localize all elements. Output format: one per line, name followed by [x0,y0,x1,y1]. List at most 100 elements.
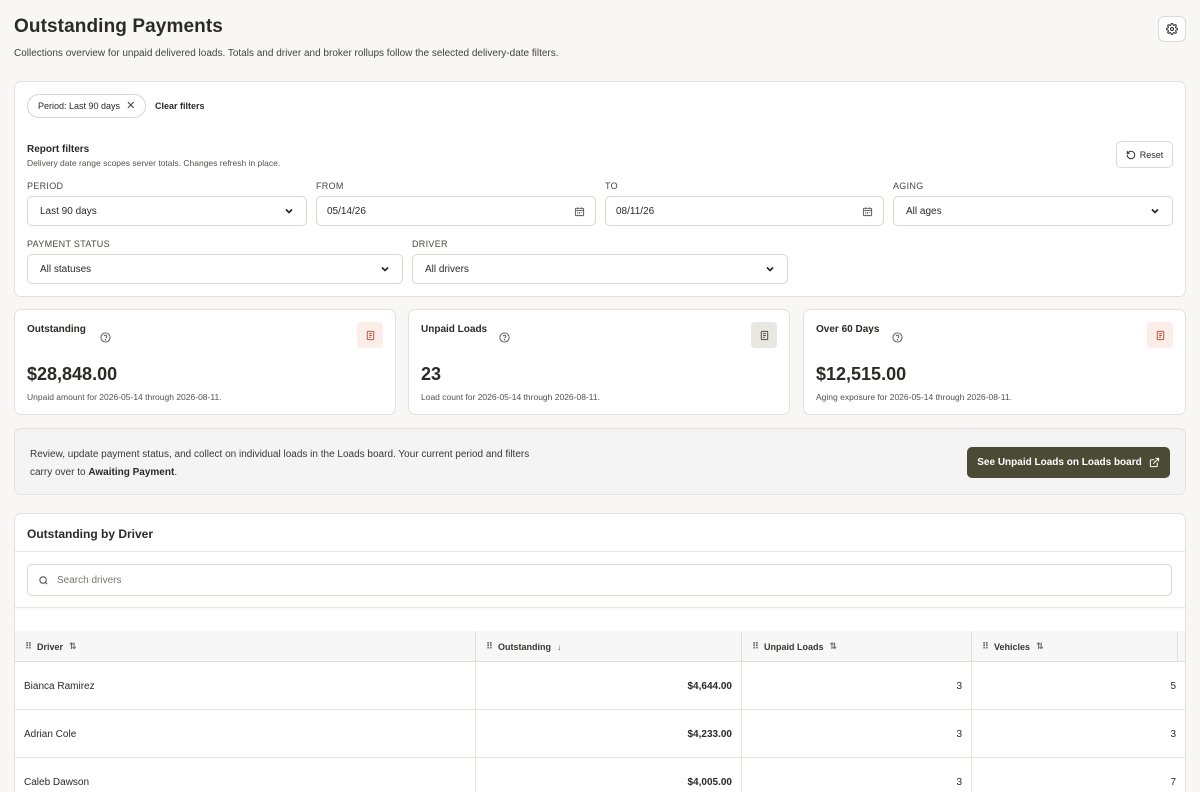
driver-name-cell: Caleb Dawson [15,758,476,792]
grip-icon[interactable]: ⠿ [752,641,759,652]
search-box[interactable] [27,564,1172,596]
driver-select[interactable]: All drivers [412,254,788,284]
table-row[interactable]: Caleb Dawson $4,005.00 3 7 [15,758,1185,792]
filters-card: Period: Last 90 days ✕ Clear filters Rep… [14,81,1186,297]
kpi-note: Aging exposure for 2026-05-14 through 20… [816,392,1012,402]
column-label: Outstanding [498,641,552,652]
grip-icon[interactable]: ⠿ [486,641,493,652]
kpi-card-over-60-days: Over 60 Days $12,515.00 Aging exposure f… [803,309,1186,415]
column-label: Vehicles [994,641,1031,652]
kpi-note: Load count for 2026-05-14 through 2026-0… [421,392,600,402]
column-label: Driver [37,641,64,652]
search-input[interactable] [57,574,1057,586]
clear-filters-link[interactable]: Clear filters [155,101,205,111]
section-title: Outstanding by Driver [27,527,154,541]
column-header-vehicles[interactable]: ⠿ Vehicles ⇅ [972,631,1178,662]
search-icon [39,575,48,585]
unpaid-loads-cell: 3 [742,710,972,758]
arrow-down-icon[interactable]: ↓ [557,642,562,652]
help-circle-icon[interactable] [499,332,510,343]
column-header-outstanding[interactable]: ⠿ Outstanding ↓ [476,631,742,662]
table-row[interactable]: Adrian Cole $4,233.00 3 3 [15,710,1185,758]
banner-text-end: . [174,467,178,478]
grip-icon[interactable]: ⠿ [25,641,32,652]
reset-label: Reset [1139,149,1164,160]
kpi-card-outstanding: Outstanding $28,848.00 Unpaid amount for… [14,309,396,415]
from-label: FROM [316,181,344,191]
unpaid-loads-cell: 3 [742,662,972,710]
chevron-down-icon [1151,208,1159,214]
settings-button[interactable] [1158,16,1186,42]
banner-text: Review, update payment status, and colle… [30,446,550,482]
aging-label: AGING [893,181,924,191]
period-select[interactable]: Last 90 days [27,196,307,226]
sort-arrows-icon[interactable]: ⇅ [1036,641,1044,652]
see-unpaid-loads-label: See Unpaid Loads on Loads board [977,457,1142,468]
sort-arrows-icon[interactable]: ⇅ [830,641,838,652]
kpi-label: Outstanding [27,324,86,335]
payment-status-value: All statuses [40,263,92,275]
sort-arrows-icon[interactable]: ⇅ [69,641,77,652]
rotate-ccw-icon [1126,150,1135,159]
chevron-down-icon [285,208,293,214]
calendar-icon[interactable] [862,206,873,217]
outstanding-cell: $4,644.00 [476,662,742,710]
period-filter-chip[interactable]: Period: Last 90 days ✕ [27,94,147,118]
help-circle-icon[interactable] [100,332,111,343]
period-value: Last 90 days [40,205,97,217]
driver-label: DRIVER [412,239,448,249]
to-value: 08/11/26 [616,205,655,217]
table-header: ⠿ Driver ⇅ ⠿ Outstanding ↓ ⠿ Unpaid Load… [15,631,1185,662]
external-link-icon [1149,457,1159,468]
vehicles-cell: 3 [1170,728,1176,740]
gear-icon [1166,23,1178,35]
search-toolbar [15,551,1185,608]
driver-value: All drivers [425,263,469,275]
kpi-value: $28,848.00 [27,364,118,384]
vehicles-cell: 7 [1170,776,1176,788]
kpi-note: Unpaid amount for 2026-05-14 through 202… [27,392,222,402]
chevron-down-icon [766,266,774,272]
page-header: Outstanding Payments Collections overvie… [14,16,1186,59]
kpi-card-unpaid-loads: Unpaid Loads 23 Load count for 2026-05-1… [408,309,790,415]
kpi-label: Unpaid Loads [421,324,488,335]
filters-description: Delivery date range scopes server totals… [27,158,281,168]
from-date-field[interactable]: 05/14/26 [316,196,596,226]
page-subtitle: Collections overview for unpaid delivere… [14,48,559,59]
to-label: TO [605,181,618,191]
payment-status-label: PAYMENT STATUS [27,239,110,249]
aging-select[interactable]: All ages [893,196,1173,226]
loads-board-banner: Review, update payment status, and colle… [14,428,1186,495]
kpi-value: $12,515.00 [816,364,907,384]
receipt-icon [1147,322,1173,348]
chevron-down-icon [381,266,389,272]
calendar-icon[interactable] [574,206,585,217]
table-row[interactable]: Bianca Ramirez $4,644.00 3 5 [15,662,1185,710]
from-value: 05/14/26 [327,205,366,217]
help-circle-icon[interactable] [892,332,903,343]
outstanding-by-driver-card: Outstanding by Driver ⠿ Driver ⇅ ⠿ Outst… [14,513,1186,792]
kpi-value: 23 [421,364,442,384]
driver-name-cell: Bianca Ramirez [15,662,476,710]
outstanding-cell: $4,233.00 [476,710,742,758]
filters-title: Report filters [27,144,90,155]
aging-value: All ages [906,205,942,217]
see-unpaid-loads-button[interactable]: See Unpaid Loads on Loads board [967,447,1170,478]
unpaid-loads-cell: 3 [742,758,972,792]
column-header-unpaid-loads[interactable]: ⠿ Unpaid Loads ⇅ [742,631,972,662]
banner-text-bold: Awaiting Payment [88,467,175,478]
to-date-field[interactable]: 08/11/26 [605,196,884,226]
outstanding-cell: $4,005.00 [476,758,742,792]
close-icon[interactable]: ✕ [126,100,135,112]
grip-icon[interactable]: ⠿ [982,641,989,652]
payment-status-select[interactable]: All statuses [27,254,403,284]
page-title: Outstanding Payments [14,16,223,37]
reset-button[interactable]: Reset [1116,141,1173,168]
driver-name-cell: Adrian Cole [15,710,476,758]
column-label: Unpaid Loads [764,641,824,652]
receipt-icon [751,322,777,348]
chip-label: Period: Last 90 days [38,101,121,111]
kpi-label: Over 60 Days [816,324,880,335]
vehicles-cell: 5 [1170,680,1176,692]
column-header-driver[interactable]: ⠿ Driver ⇅ [15,631,476,662]
